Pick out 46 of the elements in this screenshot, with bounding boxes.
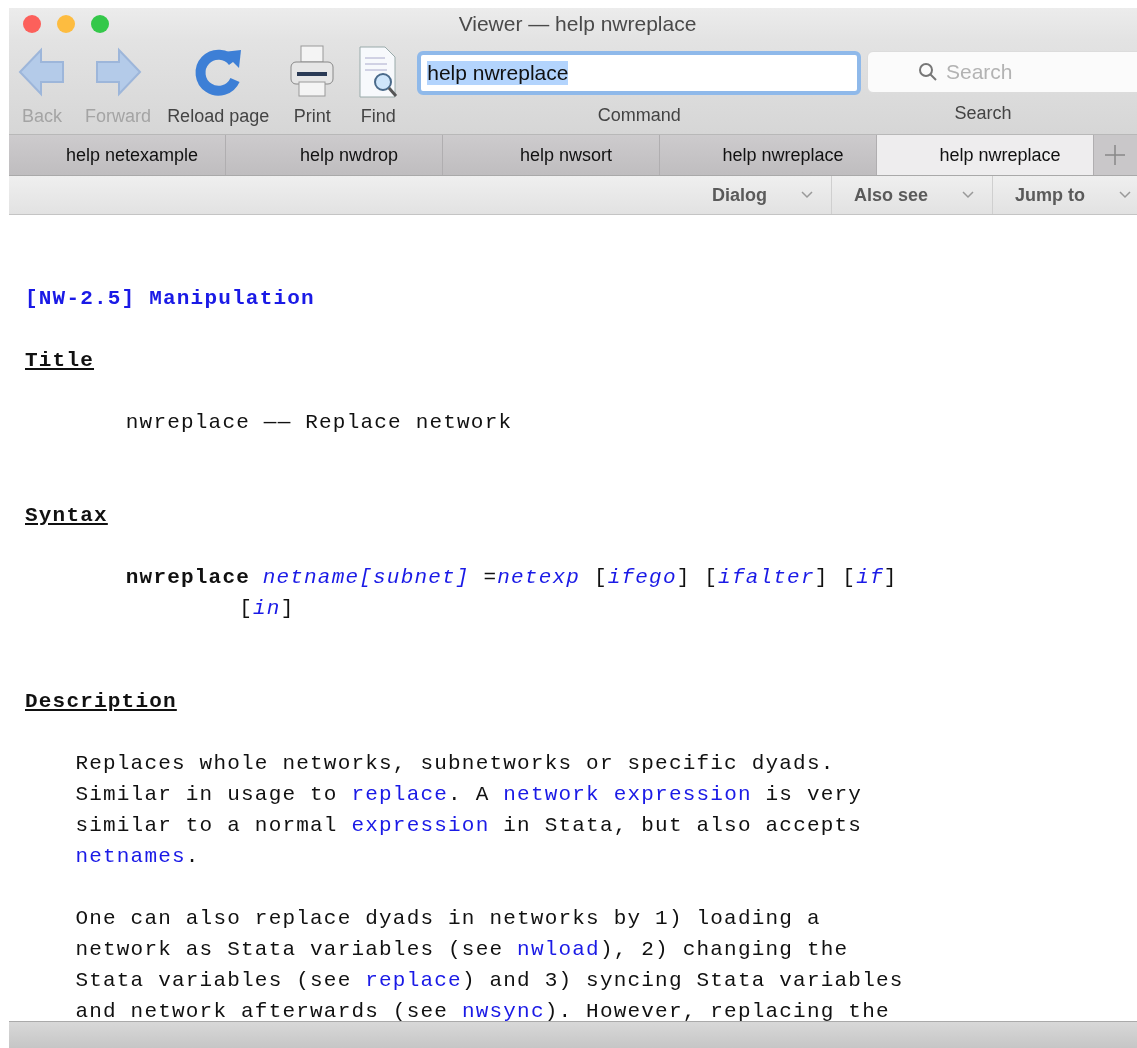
zoom-button[interactable] [91, 15, 109, 33]
syntax-link[interactable]: netexp [497, 566, 581, 589]
help-paragraph: One can also replace dyads in networks by 1) loading a network as Stata variables (see nwload), 2) changing the Stata variables (see replace) and 3) syncing Stata variables and network afterwards (see nwsync). However, replacing the [75, 906, 904, 1021]
help-link[interactable]: nwsync [461, 1000, 545, 1021]
dropdown-menu[interactable]: Jump to [992, 176, 1137, 214]
tab[interactable]: help nwreplace [660, 135, 877, 175]
search-icon [918, 62, 938, 82]
chevron-down-icon [962, 191, 974, 199]
tab[interactable]: help nwreplace [877, 135, 1094, 175]
help-paragraph: Replaces whole networks, subnetworks or specific dyads. Similar in usage to replace. A network expression is very similar to a normal expression in Stata, but also accepts netnames. [75, 751, 863, 870]
help-link[interactable]: expression [351, 814, 490, 837]
section-title: Title [25, 348, 94, 374]
command-field[interactable]: help nwreplace [417, 51, 862, 95]
plus-icon [1105, 145, 1125, 165]
help-paragraph: nwreplace —— Replace network [125, 410, 513, 436]
tab[interactable]: help nwdrop [226, 135, 443, 175]
section-title: Description [25, 689, 177, 715]
field-label: Command [597, 105, 681, 126]
printer-icon [289, 44, 336, 100]
help-heading: [NW-2.5] Manipulation [25, 286, 315, 312]
section-title: Syntax [25, 503, 108, 529]
document-search-icon [357, 44, 400, 100]
syntax-link[interactable]: in [253, 597, 281, 620]
tab[interactable]: help netexample [9, 135, 226, 175]
chevron-down-icon [800, 191, 813, 199]
help-link[interactable]: nwload [517, 938, 600, 961]
close-button[interactable] [23, 15, 41, 33]
field-label: Search [954, 103, 1012, 124]
dropdown-menu[interactable]: Also see [830, 176, 992, 214]
tab[interactable]: help nwsort [443, 135, 660, 175]
help-link[interactable]: network expression [503, 783, 752, 806]
toolbar-button[interactable]: Find [357, 44, 400, 127]
help-link[interactable]: replace [351, 783, 449, 806]
syntax-text: nwreplace netname[subnet] =netexp [ifego] [ifalter] [if] [in] [125, 565, 898, 622]
toolbar-button[interactable]: Print [289, 44, 336, 127]
chevron-down-icon [1119, 191, 1131, 199]
help-link[interactable]: netnames [75, 845, 186, 868]
window-title: Viewer — help nwreplace [458, 12, 697, 35]
toolbar-button[interactable]: Reload page [167, 44, 270, 127]
syntax-link[interactable]: ifego [607, 566, 677, 589]
dropdown-menu[interactable]: Dialog [689, 176, 831, 214]
minimize-button[interactable] [57, 15, 75, 33]
help-link[interactable]: replace [365, 969, 462, 992]
syntax-link[interactable]: ifalter [718, 566, 815, 589]
syntax-link[interactable]: netname[subnet] [262, 566, 470, 589]
syntax-link[interactable]: if [856, 566, 884, 589]
